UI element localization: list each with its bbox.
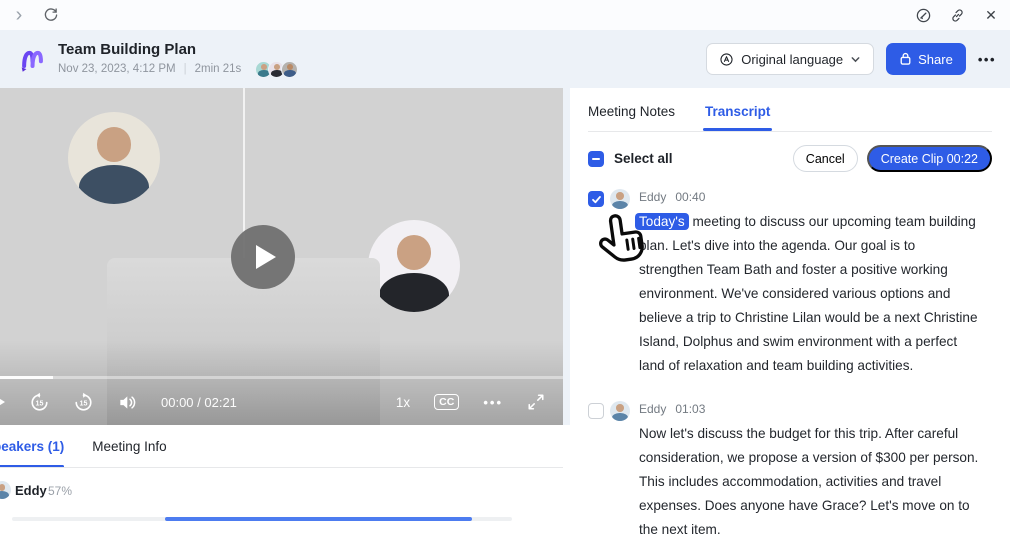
header: Team Building Plan Nov 23, 2023, 4:12 PM… — [0, 30, 1010, 88]
browser-bar: › ✕ — [0, 0, 1010, 30]
skip-back-15-icon[interactable]: 15 — [29, 392, 50, 413]
skip-forward-15-icon[interactable]: 15 — [73, 392, 94, 413]
tab-meeting-notes[interactable]: Meeting Notes — [588, 104, 675, 131]
meta-divider: | — [184, 63, 187, 75]
language-selector[interactable]: Original language — [706, 43, 874, 75]
translate-icon — [719, 52, 734, 67]
speaker-name: Eddy — [15, 483, 47, 498]
forward-icon[interactable]: › — [10, 6, 28, 24]
speaker-timeline[interactable] — [12, 517, 512, 521]
speaker-percent: 57% — [48, 484, 72, 498]
player-more-button[interactable]: ••• — [483, 395, 503, 410]
create-clip-button[interactable]: Create Clip 00:22 — [867, 145, 992, 172]
share-button[interactable]: Share — [886, 43, 966, 75]
share-button-label: Share — [918, 52, 953, 67]
entry-speaker: Eddy — [639, 402, 666, 416]
select-all-label: Select all — [614, 151, 673, 166]
annotate-icon[interactable] — [914, 6, 932, 24]
svg-text:15: 15 — [80, 399, 88, 407]
select-all-checkbox[interactable] — [588, 151, 604, 167]
minutes-logo-icon — [18, 44, 46, 74]
captions-button[interactable]: CC — [434, 394, 459, 410]
entry-text[interactable]: Today's meeting to discuss our upcoming … — [639, 210, 980, 378]
avatar — [281, 61, 298, 78]
avatar[interactable] — [610, 189, 630, 209]
panel-gap — [563, 88, 570, 425]
playback-speed-button[interactable]: 1x — [396, 395, 410, 410]
fullscreen-icon[interactable] — [527, 393, 545, 411]
tab-speakers[interactable]: Speakers (1) — [0, 425, 64, 468]
video-player[interactable]: 15 15 00:00 / 02:21 1x CC — [0, 88, 563, 425]
close-icon[interactable]: ✕ — [982, 6, 1000, 24]
tab-meeting-info[interactable]: Meeting Info — [92, 425, 166, 468]
transcript-panel: Meeting Notes Transcript Select all Canc… — [570, 88, 1010, 545]
language-selector-label: Original language — [741, 52, 843, 67]
entry-text[interactable]: Now let's discuss the budget for this tr… — [639, 422, 980, 542]
chevron-down-icon — [850, 54, 861, 65]
reload-icon[interactable] — [42, 6, 60, 24]
entry-timestamp[interactable]: 00:40 — [675, 190, 705, 204]
link-icon[interactable] — [948, 6, 966, 24]
cancel-button[interactable]: Cancel — [793, 145, 858, 172]
transcript-entry: Eddy 01:03 Now let's discuss the budget … — [588, 401, 992, 542]
play-icon — [256, 245, 276, 269]
speaker-timeline-segment — [165, 517, 472, 521]
volume-icon[interactable] — [117, 392, 138, 413]
check-icon — [591, 194, 602, 205]
participant-video-avatar-1 — [68, 112, 160, 204]
highlighted-word[interactable]: Today's — [635, 213, 689, 230]
player-controls: 15 15 00:00 / 02:21 1x CC — [0, 388, 563, 416]
indeterminate-mark — [592, 158, 600, 160]
more-options-button[interactable]: ••• — [978, 52, 996, 67]
video-progress-bar[interactable] — [0, 376, 563, 379]
meeting-duration: 2min 21s — [195, 63, 242, 75]
play-control-icon[interactable] — [0, 394, 6, 410]
playback-time: 00:00 / 02:21 — [161, 395, 237, 410]
meeting-date: Nov 23, 2023, 4:12 PM — [58, 63, 176, 75]
lock-icon — [899, 52, 912, 66]
participant-avatars[interactable] — [255, 61, 298, 78]
speakers-section: Speakers (1) Meeting Info Eddy 57% — [0, 425, 563, 545]
tab-transcript[interactable]: Transcript — [705, 104, 770, 131]
entry-timestamp[interactable]: 01:03 — [675, 402, 705, 416]
entry-speaker: Eddy — [639, 190, 666, 204]
speaker-row[interactable]: Eddy 57% — [0, 481, 563, 501]
participant-video-avatar-2 — [368, 220, 460, 312]
video-progress-played — [0, 376, 53, 379]
transcript-checkbox-unchecked[interactable] — [588, 403, 604, 419]
avatar — [0, 481, 11, 499]
transcript-entry: Eddy 00:40 Today's meeting to discuss ou… — [588, 189, 992, 378]
svg-text:15: 15 — [36, 399, 44, 407]
avatar[interactable] — [610, 401, 630, 421]
transcript-checkbox-checked[interactable] — [588, 191, 604, 207]
page-title: Team Building Plan — [58, 41, 298, 58]
play-button[interactable] — [231, 225, 295, 289]
